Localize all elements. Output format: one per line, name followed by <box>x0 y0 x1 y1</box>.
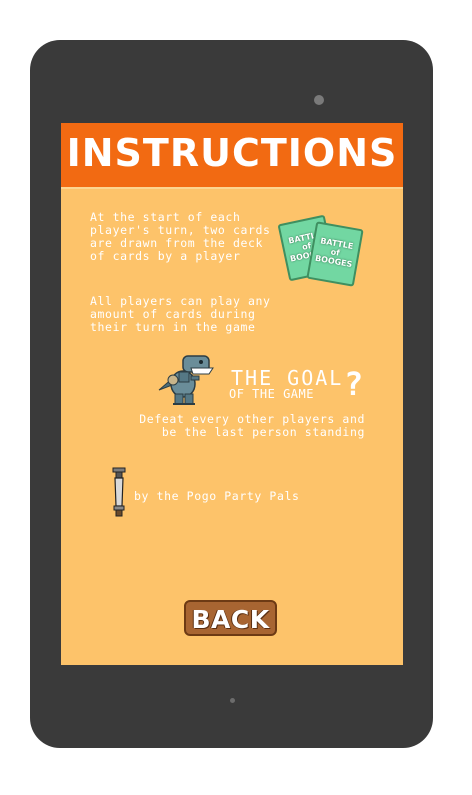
back-button[interactable]: BACK <box>184 600 277 636</box>
goal-question-mark: ? <box>344 365 364 403</box>
app-screen: INSTRUCTIONS At the start of each player… <box>61 123 403 665</box>
instruction-paragraph-2: All players can play any amount of cards… <box>90 294 271 334</box>
home-indicator <box>230 698 235 703</box>
card-front-icon: BATTLE of BOOGES <box>306 221 364 287</box>
goal-title: THE GOAL <box>231 366 344 390</box>
sword-icon <box>112 467 126 517</box>
camera-icon <box>314 95 324 105</box>
back-button-label: BACK <box>191 605 270 634</box>
credits-text: by the Pogo Party Pals <box>134 489 300 503</box>
card-title: BATTLE of BOOGES <box>314 236 355 270</box>
goal-description: Defeat every other players and be the la… <box>139 412 365 439</box>
robot-dinosaur-icon <box>158 355 214 405</box>
cards-icon: BATTLE of BOOGES BATTLE of BOOGES <box>277 213 365 287</box>
page-title: INSTRUCTIONS <box>66 131 398 175</box>
goal-subtitle: OF THE GAME <box>229 387 314 401</box>
header-banner: INSTRUCTIONS <box>61 123 403 189</box>
instruction-paragraph-1: At the start of each player's turn, two … <box>90 210 271 263</box>
